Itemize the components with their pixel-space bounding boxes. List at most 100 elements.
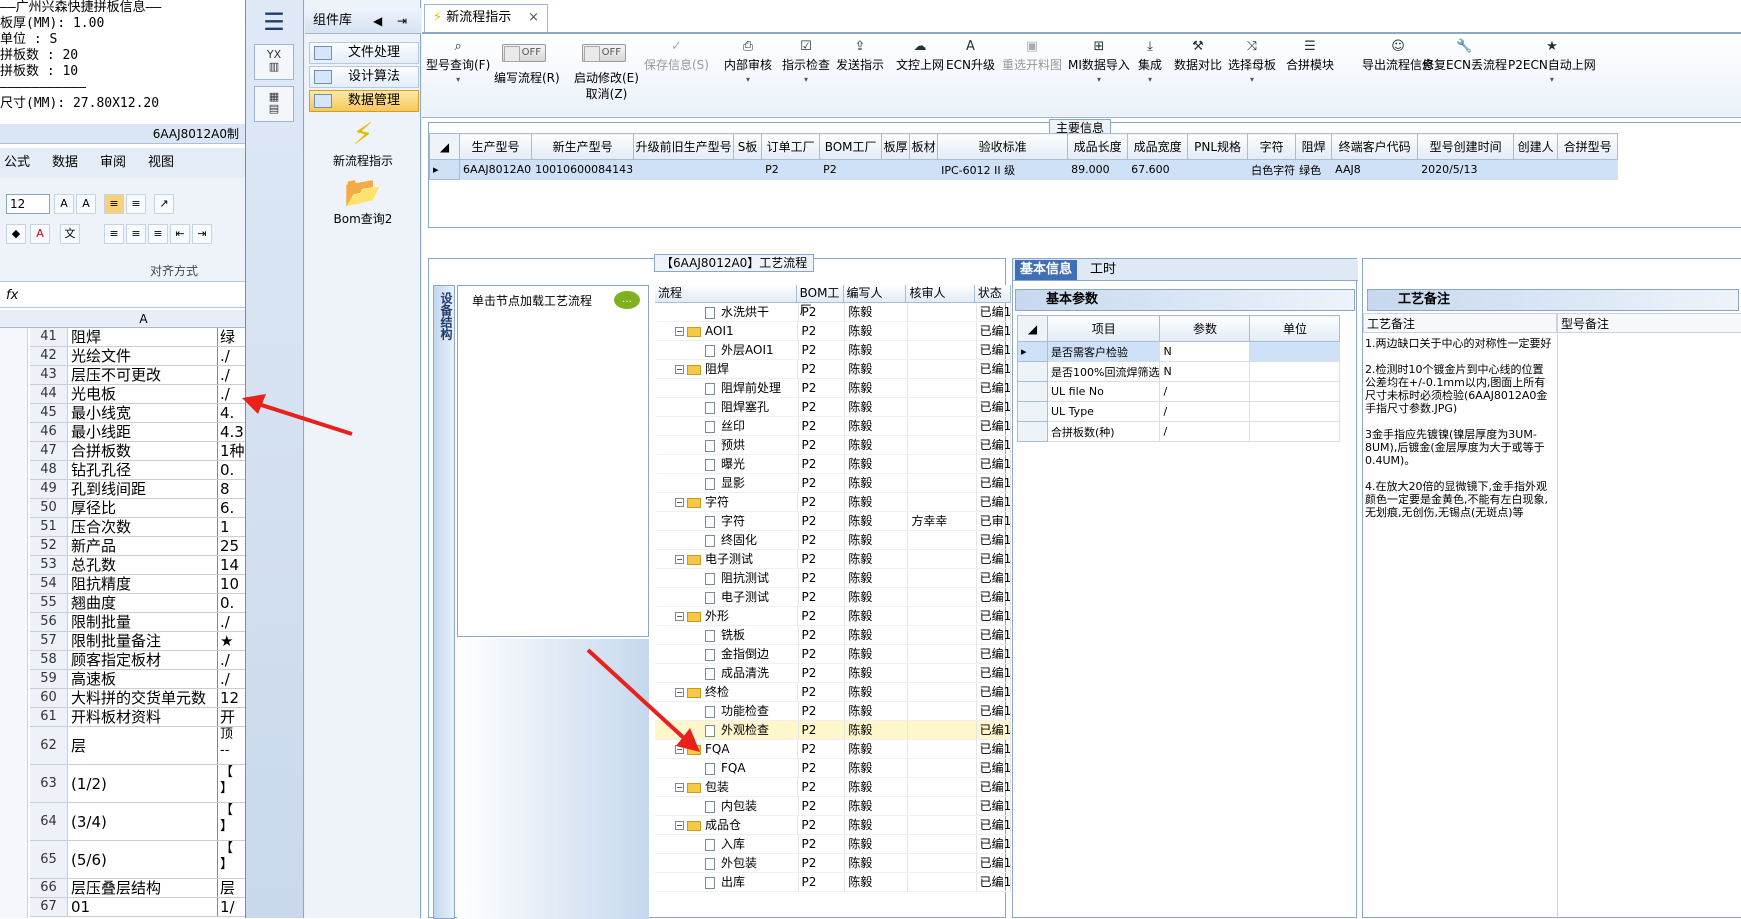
dropdown-arrow-icon[interactable]: ▾ [724, 73, 772, 87]
main-cell[interactable]: P2 [761, 159, 821, 180]
shrink-font-icon[interactable]: A [76, 194, 96, 214]
excel-row[interactable]: 56 限制批量 ./ [30, 613, 245, 632]
nav-data-management[interactable]: 数据管理 [309, 90, 419, 112]
cell-b[interactable]: 开 [218, 708, 245, 726]
cell-a[interactable]: 光电板 [68, 385, 218, 403]
process-row[interactable]: 阻焊塞孔 P2 陈毅 已编1 [655, 398, 1011, 417]
cell-b[interactable]: 【 】 [218, 765, 245, 802]
cell-b[interactable]: 25 [218, 537, 245, 555]
dropdown-arrow-icon[interactable]: ▾ [1228, 73, 1276, 87]
main-cell[interactable] [1557, 159, 1619, 180]
main-cell[interactable]: 绿色 [1295, 159, 1333, 180]
basic-param[interactable]: N [1159, 361, 1251, 382]
cell-a[interactable]: 限制批量 [68, 613, 218, 631]
process-row[interactable]: 外层AOI1 P2 陈毅 已编1 [655, 341, 1011, 360]
excel-row[interactable]: 57 限制批量备注 ★ [30, 632, 245, 651]
cell-a[interactable]: 总孔数 [68, 556, 218, 574]
expand-icon[interactable]: − [675, 498, 684, 507]
cell-a[interactable]: 开料板材资料 [68, 708, 218, 726]
cell-b[interactable]: 6. [218, 499, 245, 517]
process-row[interactable]: 丝印 P2 陈毅 已编1 [655, 417, 1011, 436]
excel-row[interactable]: 67 01 1/ [30, 898, 245, 917]
expand-icon[interactable]: − [675, 612, 684, 621]
excel-row[interactable]: 47 合拼板数 1种 [30, 442, 245, 461]
bom-query-item[interactable]: 📂 Bom查询2 [305, 176, 421, 227]
main-col-header[interactable]: 生产型号 [458, 133, 533, 160]
main-cell[interactable]: P2 [819, 159, 883, 180]
font-color-icon[interactable]: A [30, 224, 50, 244]
vtab-device-structure[interactable]: 设备结构 [433, 285, 455, 919]
process-row[interactable]: 出库 P2 陈毅 已编1 [655, 873, 1011, 892]
toolbar-button-7[interactable]: ▣ 重选开料图 [1002, 38, 1062, 73]
main-cell[interactable] [909, 159, 939, 180]
basic-row[interactable]: 是否100%回流焊筛选 N [1017, 361, 1341, 382]
toolbar-button-11[interactable]: ⤨ 选择母板 ▾ [1228, 38, 1276, 87]
toolbar-button-4[interactable]: ⇪ 发送指示 [836, 38, 884, 73]
expand-icon[interactable]: − [675, 783, 684, 792]
process-note-text[interactable]: 1.两边缺口关于中心的对称性一定要好 2.检测时10个镀金片到中心线的位置公差均… [1365, 337, 1553, 519]
cell-a[interactable]: 最小线宽 [68, 404, 218, 422]
basic-col-header[interactable]: 单位 [1249, 315, 1341, 342]
col-writer[interactable]: 编写人 [844, 285, 907, 302]
cell-a[interactable]: 厚径比 [68, 499, 218, 517]
basic-row[interactable]: UL file No / [1017, 381, 1341, 402]
pin-icon[interactable]: ⇥ [397, 8, 407, 34]
fill-color-icon[interactable]: ◆ [6, 224, 26, 244]
process-row[interactable]: − 电子测试 P2 陈毅 已编1 [655, 550, 1011, 569]
cell-a[interactable]: 层 [68, 727, 218, 764]
main-col-header[interactable]: 型号创建时间 [1417, 133, 1515, 160]
excel-row[interactable]: 44 光电板 ./ [30, 385, 245, 404]
cell-b[interactable]: ./ [218, 613, 245, 631]
basic-param[interactable]: / [1159, 381, 1251, 402]
toggle2-switch[interactable]: OFF [582, 44, 626, 62]
font-size-select[interactable]: 12 [6, 194, 50, 214]
cell-b[interactable]: 1种 [218, 442, 245, 460]
nav-file-processing[interactable]: 文件处理 [309, 42, 419, 64]
main-cell[interactable]: AAJ8 [1331, 159, 1419, 180]
excel-row[interactable]: 48 钻孔孔径 0. [30, 461, 245, 480]
basic-col-header[interactable]: 参数 [1159, 315, 1251, 342]
main-col-header[interactable]: 验收标准 [937, 133, 1069, 160]
main-cell[interactable]: 10010600084143 [531, 159, 635, 180]
indent-decrease-icon[interactable]: ⇤ [170, 224, 190, 244]
excel-row[interactable]: 51 压合次数 1 [30, 518, 245, 537]
col-bom[interactable]: BOM工厂 [797, 285, 844, 317]
speech-bubble-icon[interactable]: … [614, 291, 640, 309]
cell-a[interactable]: 限制批量备注 [68, 632, 218, 650]
toolbar-button-12[interactable]: ☰ 合拼模块 [1286, 38, 1334, 73]
toolbar-button-3[interactable]: ☑ 指示检查 ▾ [782, 38, 830, 87]
cell-a[interactable]: 阻抗精度 [68, 575, 218, 593]
cell-b[interactable]: 层 [218, 879, 245, 897]
process-row[interactable]: 金指倒边 P2 陈毅 已编1 [655, 645, 1011, 664]
cell-b[interactable]: 12 [218, 689, 245, 707]
main-info-row[interactable]: ▸ 6AAJ8012A0 10010600084143 P2 P2 IPC-6012 II… [429, 159, 1619, 180]
main-cell[interactable]: 2020/5/13 [1417, 159, 1515, 180]
process-row[interactable]: FQA P2 陈毅 已编1 [655, 759, 1011, 778]
menu-formula[interactable]: 公式 [4, 148, 30, 178]
basic-unit[interactable] [1249, 341, 1341, 362]
process-row[interactable]: − 字符 P2 陈毅 已编1 [655, 493, 1011, 512]
process-row[interactable]: 字符 P2 陈毅 方幸幸 已审1 [655, 512, 1011, 531]
main-col-header[interactable]: 成品宽度 [1127, 133, 1189, 160]
main-col-header[interactable]: 板厚 [881, 133, 911, 160]
process-row[interactable]: 成品清洗 P2 陈毅 已编1 [655, 664, 1011, 683]
excel-row[interactable]: 49 孔到线间距 8 [30, 480, 245, 499]
process-row[interactable]: − FQA P2 陈毅 已编1 [655, 740, 1011, 759]
dropdown-arrow-icon[interactable]: ▾ [1138, 73, 1162, 87]
main-cell[interactable] [733, 159, 763, 180]
main-col-header[interactable]: 创建人 [1513, 133, 1559, 160]
toolbar-button-14[interactable]: 🔧 修复ECN丢流程 [1422, 38, 1507, 73]
expand-icon[interactable]: − [675, 821, 684, 830]
excel-row[interactable]: 58 顾客指定板材 ./ [30, 651, 245, 670]
main-col-header[interactable]: 升级前旧生产型号 [633, 133, 735, 160]
align-center-icon[interactable]: ≡ [126, 224, 146, 244]
cell-b[interactable]: 1 [218, 518, 245, 536]
tab-work-hours[interactable]: 工时 [1085, 260, 1121, 280]
cell-a[interactable]: (3/4) [68, 803, 218, 840]
cell-b[interactable]: 8 [218, 480, 245, 498]
expand-icon[interactable]: − [675, 688, 684, 697]
main-cell[interactable] [1513, 159, 1559, 180]
process-row[interactable]: 内包装 P2 陈毅 已编1 [655, 797, 1011, 816]
basic-unit[interactable] [1249, 361, 1341, 382]
basic-row[interactable]: 合拼板数(种) / [1017, 421, 1341, 442]
